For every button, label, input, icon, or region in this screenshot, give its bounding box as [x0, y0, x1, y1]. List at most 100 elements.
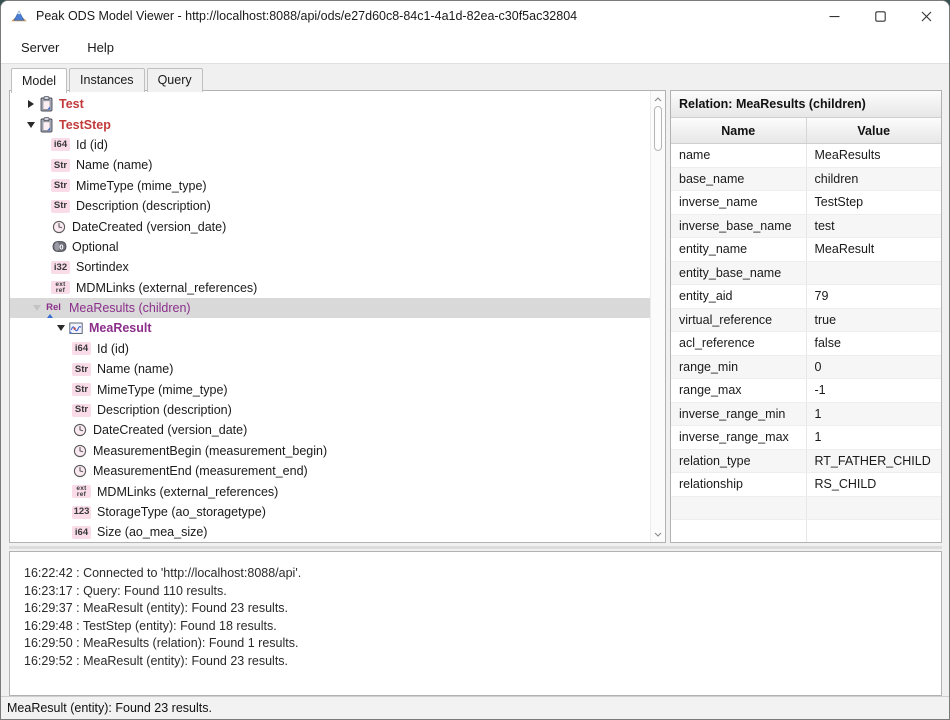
property-name-cell: base_name: [671, 167, 806, 191]
property-name-cell: range_max: [671, 379, 806, 403]
log-line: 16:29:37 : MeaResult (entity): Found 23 …: [24, 600, 941, 618]
tree-item-description-description[interactable]: StrDescription (description): [10, 196, 666, 216]
column-header-name: Name: [671, 118, 806, 144]
chevron-down-icon[interactable]: [24, 122, 38, 128]
log-line: 16:29:52 : MeaResult (entity): Found 23 …: [24, 653, 941, 671]
i32-type-icon: i32: [51, 261, 70, 274]
clipboard-icon: [38, 117, 54, 133]
extref-type-icon: extref: [72, 485, 91, 498]
tree-item-optional[interactable]: 0 Optional: [10, 237, 666, 257]
str-type-icon: Str: [51, 179, 70, 192]
tree-item-label: DateCreated (version_date): [72, 220, 226, 234]
tree-item-mimetype-mime-type[interactable]: StrMimeType (mime_type): [10, 379, 666, 399]
tab-strip: ModelInstancesQuery: [11, 68, 205, 92]
model-tree: TestTestStepi64Id (id)StrName (name)StrM…: [10, 91, 665, 543]
tree-item-measurementbegin-measurement-begin[interactable]: MeasurementBegin (measurement_begin): [10, 441, 666, 461]
chevron-down-icon[interactable]: [54, 325, 68, 331]
tab-instances[interactable]: Instances: [69, 68, 145, 92]
table-header-row: Name Value: [671, 118, 941, 144]
tree-item-test[interactable]: Test: [10, 94, 664, 114]
tree-item-sortindex[interactable]: i32 Sortindex: [10, 257, 666, 277]
extref-type-icon: extref: [51, 281, 70, 294]
log-line: 16:29:48 : TestStep (entity): Found 18 r…: [24, 618, 941, 636]
property-name-cell: entity_aid: [671, 285, 806, 309]
chevron-right-icon[interactable]: [24, 100, 38, 108]
property-value-cell: [806, 520, 941, 544]
tree-item-label: MimeType (mime_type): [76, 179, 207, 193]
tab-model[interactable]: Model: [11, 68, 67, 93]
tree-item-datecreated-version-date[interactable]: DateCreated (version_date): [10, 216, 666, 236]
horizontal-splitter[interactable]: [9, 546, 942, 549]
property-row-inverse_range_min: inverse_range_min1: [671, 402, 941, 426]
property-value-cell: 1: [806, 402, 941, 426]
tree-item-label: Optional: [72, 240, 119, 254]
properties-table-body: nameMeaResultsbase_namechildreninverse_n…: [671, 144, 941, 544]
scroll-up-arrow[interactable]: [651, 92, 665, 106]
property-value-cell: false: [806, 332, 941, 356]
str-type-icon: Str: [51, 159, 70, 172]
property-name-cell: relationship: [671, 473, 806, 497]
property-row-range_min: range_min0: [671, 355, 941, 379]
i64-type-icon: i64: [72, 342, 91, 355]
maximize-button[interactable]: [857, 1, 903, 31]
tree-item-description-description[interactable]: StrDescription (description): [10, 400, 666, 420]
tree-item-label: Size (ao_mea_size): [97, 525, 207, 539]
property-value-cell: MeaResult: [806, 238, 941, 262]
tree-item-label: MDMLinks (external_references): [76, 281, 257, 295]
tree-item-teststep[interactable]: TestStep: [10, 114, 664, 134]
tree-item-id-id[interactable]: i64Id (id): [10, 135, 666, 155]
log-line: 16:29:50 : MeaResults (relation): Found …: [24, 635, 941, 653]
i64-type-icon: i64: [51, 138, 70, 151]
log-panel: 16:22:42 : Connected to 'http://localhos…: [9, 551, 942, 696]
property-row-empty: [671, 520, 941, 544]
tree-item-mdmlinks-external-references[interactable]: extref MDMLinks (external_references): [10, 278, 666, 298]
tree-item-label: MeaResults (children): [69, 301, 191, 315]
property-row-empty: [671, 496, 941, 520]
property-row-acl_reference: acl_referencefalse: [671, 332, 941, 356]
minimize-button[interactable]: [811, 1, 857, 31]
tree-scrollbar[interactable]: [650, 91, 665, 542]
tree-item-mearesults-children[interactable]: RelMeaResults (children): [10, 298, 666, 318]
tree-item-label: Description (description): [76, 199, 211, 213]
tree-item-mearesult[interactable]: MeaResult: [10, 318, 666, 338]
tree-item-label: MeasurementEnd (measurement_end): [93, 464, 308, 478]
tree-item-name-name[interactable]: StrName (name): [10, 359, 666, 379]
property-row-virtual_reference: virtual_referencetrue: [671, 308, 941, 332]
tree-item-label: Description (description): [97, 403, 232, 417]
close-button[interactable]: [903, 1, 949, 31]
tree-item-name-name[interactable]: Str Name (name): [10, 155, 666, 175]
property-value-cell: -1: [806, 379, 941, 403]
tree-item-storagetype-ao-storagetype[interactable]: 123StorageType (ao_storagetype): [10, 502, 666, 522]
tree-item-mdmlinks-external-references[interactable]: extrefMDMLinks (external_references): [10, 481, 666, 501]
clock-icon: [72, 463, 88, 479]
i64-type-icon: i64: [72, 526, 91, 539]
tree-item-mimetype-mime-type[interactable]: Str MimeType (mime_type): [10, 176, 666, 196]
tree-item-label: Name (name): [76, 158, 152, 172]
property-row-inverse_range_max: inverse_range_max1: [671, 426, 941, 450]
property-value-cell: RS_CHILD: [806, 473, 941, 497]
toggle-icon: 0: [51, 239, 67, 255]
menu-server[interactable]: Server: [21, 40, 59, 55]
tree-item-label: Sortindex: [76, 260, 129, 274]
model-tree-panel: TestTestStepi64Id (id)StrName (name)StrM…: [9, 90, 666, 543]
property-value-cell: true: [806, 308, 941, 332]
property-value-cell: [806, 261, 941, 285]
property-name-cell: name: [671, 144, 806, 168]
tree-item-datecreated-version-date[interactable]: DateCreated (version_date): [10, 420, 666, 440]
chevron-down-icon[interactable]: [30, 305, 44, 311]
clipboard-icon: [38, 96, 54, 112]
menu-bar: Server Help: [1, 31, 949, 63]
tree-item-measurementend-measurement-end[interactable]: MeasurementEnd (measurement_end): [10, 461, 666, 481]
scrollbar-thumb[interactable]: [654, 106, 662, 151]
tree-item-id-id[interactable]: i64Id (id): [10, 339, 666, 359]
scroll-down-arrow[interactable]: [651, 527, 665, 541]
tree-item-size-ao-mea-size[interactable]: i64 Size (ao_mea_size): [10, 522, 666, 542]
tab-query[interactable]: Query: [147, 68, 203, 92]
tree-item-label: MeasurementBegin (measurement_begin): [93, 444, 327, 458]
property-name-cell: range_min: [671, 355, 806, 379]
clock-icon: [51, 219, 67, 235]
app-window: Peak ODS Model Viewer - http://localhost…: [0, 0, 950, 720]
property-row-name: nameMeaResults: [671, 144, 941, 168]
menu-help[interactable]: Help: [87, 40, 114, 55]
property-name-cell: entity_name: [671, 238, 806, 262]
